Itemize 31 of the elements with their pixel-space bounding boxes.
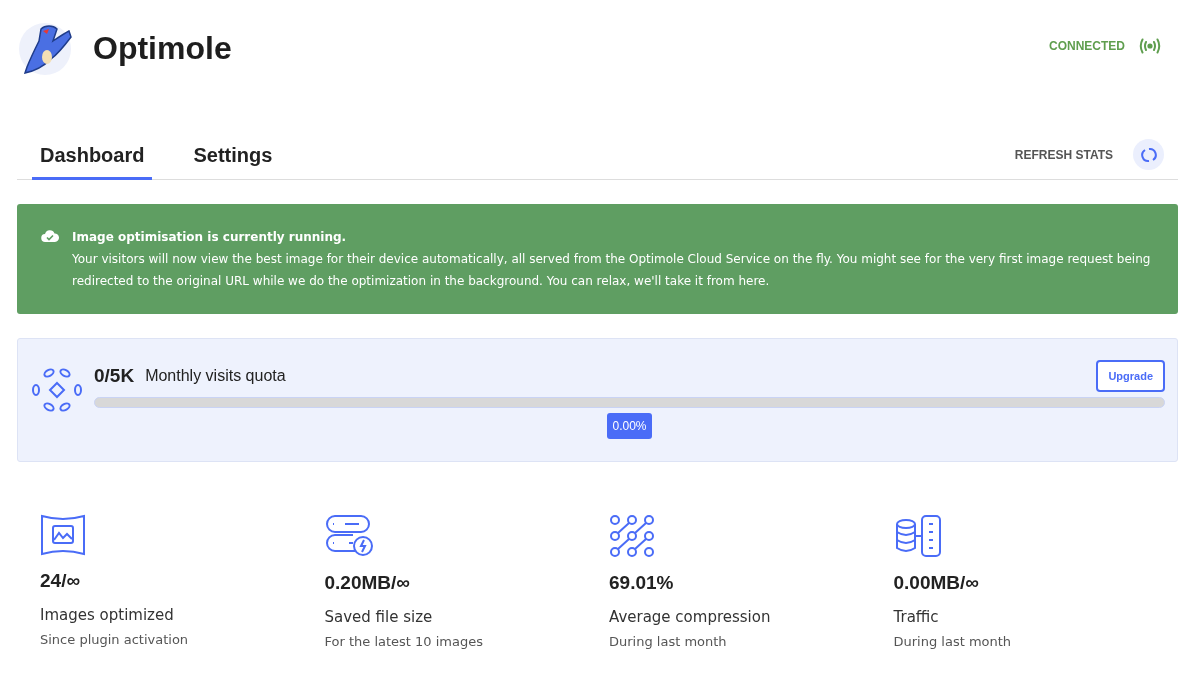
stat-value: 0.00MB/∞ [893, 572, 979, 594]
stat-label: Average compression [609, 608, 771, 626]
stat-value: 69.01% [609, 572, 674, 594]
quota-value: 0/5K [94, 365, 135, 387]
server-bolt-icon [324, 514, 373, 558]
stat-note: During last month [893, 634, 1012, 649]
refresh-stats-button[interactable]: REFRESH STATS [1014, 147, 1113, 162]
stat-label: Saved file size [324, 608, 433, 626]
stat-value: 24/∞ [40, 570, 80, 592]
notice-title: Image optimisation is currently running. [72, 229, 348, 246]
nodes-grid-icon [609, 514, 655, 558]
stat-note: During last month [609, 634, 727, 649]
notice-text: Your visitors will now view the best image for their device automatically, all served from the Optimole Cloud Service on the fly. You might see for the very first image request being redirected to the original URL while we do the optimization in the background. You can relax, we'll take it from here. [72, 251, 1152, 290]
image-icon [40, 514, 86, 556]
database-server-icon [893, 514, 944, 558]
upgrade-button[interactable]: Upgrade [1096, 360, 1165, 392]
tab[interactable]: Dashboard [32, 134, 153, 180]
stat-note: For the latest 10 images [324, 634, 484, 649]
refresh-icon[interactable] [1133, 139, 1164, 170]
app-title: Optimole [93, 29, 232, 67]
signal-icon [1139, 38, 1161, 54]
stat-value: 0.20MB/∞ [324, 572, 410, 594]
tab[interactable]: Settings [185, 134, 281, 180]
stat-label: Images optimized [40, 606, 174, 624]
quota-label: Monthly visits quota [145, 367, 286, 385]
stat-note: Since plugin activation [40, 632, 189, 647]
cloud-check-icon [41, 229, 59, 243]
visits-icon [32, 365, 82, 415]
quota-percent-badge: 0.00% [607, 413, 652, 439]
stat-label: Traffic [893, 608, 939, 626]
connection-status: CONNECTED [1049, 39, 1125, 53]
